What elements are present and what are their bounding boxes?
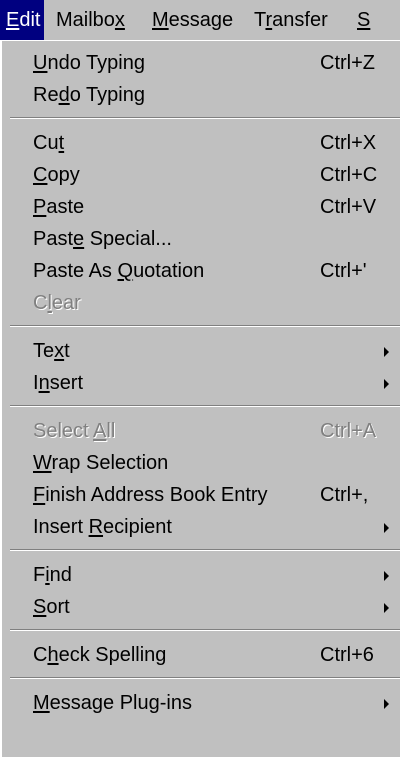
menu-item-label: Check Spelling [33, 644, 167, 666]
menu-item-label: Redo Typing [33, 84, 145, 106]
menu-item-text[interactable]: Text [2, 335, 398, 367]
menubar-edit[interactable]: Edit [0, 0, 44, 40]
menu-item-label: Clear [33, 292, 81, 314]
accelerator-key: t [58, 132, 65, 154]
menu-item-label: Cut [33, 132, 65, 154]
accelerator-key: h [47, 644, 59, 666]
shortcut-label: Ctrl+V [320, 196, 377, 218]
menu-item-finish-address-book-entry[interactable]: Finish Address Book Entry Ctrl+, [2, 479, 398, 511]
accelerator-key: U [33, 52, 48, 74]
menu-item-redo-typing[interactable]: Redo Typing [2, 79, 398, 111]
submenu-arrow-icon [384, 603, 389, 613]
submenu-arrow-icon [384, 571, 389, 581]
menubar-transfer[interactable]: Transfer [254, 0, 328, 40]
submenu-arrow-icon [384, 347, 389, 357]
accelerator-key: M [33, 692, 50, 714]
menu-item-wrap-selection[interactable]: Wrap Selection [2, 447, 398, 479]
menu-item-label: Insert Recipient [33, 516, 172, 538]
accelerator-key: e [73, 228, 85, 250]
accelerator-key: C [33, 164, 48, 186]
menu-separator [10, 629, 400, 631]
accelerator-key: n [38, 372, 50, 394]
menu-item-label: Paste [33, 196, 85, 218]
accelerator-key: i [45, 564, 50, 586]
shortcut-label: Ctrl+, [320, 484, 369, 506]
shortcut-label: Ctrl+A [320, 420, 377, 442]
accelerator-key: E [6, 9, 20, 31]
menu-item-paste-special[interactable]: Paste Special... [2, 223, 398, 255]
accelerator-key: S [357, 9, 371, 31]
menu-item-clear: Clear [2, 287, 398, 319]
accelerator-key: x [114, 9, 125, 31]
menu-item-copy[interactable]: Copy Ctrl+C [2, 159, 398, 191]
menu-separator [10, 325, 400, 327]
menu-separator [10, 549, 400, 551]
accelerator-key: l [47, 292, 52, 314]
menu-item-label: Find [33, 564, 72, 586]
menu-item-label: Paste As Quotation [33, 260, 205, 282]
menu-separator [10, 405, 400, 407]
menubar-message[interactable]: Message [152, 0, 233, 40]
menu-item-label: Paste Special... [33, 228, 172, 250]
menu-item-label: Finish Address Book Entry [33, 484, 268, 506]
accelerator-key: d [58, 84, 70, 106]
accelerator-key: W [33, 452, 52, 474]
submenu-arrow-icon [384, 523, 389, 533]
menu-item-paste[interactable]: Paste Ctrl+V [2, 191, 398, 223]
shortcut-label: Ctrl+' [320, 260, 367, 282]
menu-item-label: Copy [33, 164, 80, 186]
shortcut-label: Ctrl+X [320, 132, 377, 154]
accelerator-key: S [33, 596, 47, 618]
shortcut-label: Ctrl+C [320, 164, 378, 186]
menu-item-find[interactable]: Find [2, 559, 398, 591]
accelerator-key: A [93, 420, 107, 442]
menu-item-label: Undo Typing [33, 52, 145, 74]
menu-separator [10, 677, 400, 679]
accelerator-key: P [33, 196, 47, 218]
accelerator-key: Q [117, 260, 134, 282]
menu-item-insert[interactable]: Insert [2, 367, 398, 399]
accelerator-key: F [33, 484, 46, 506]
edit-dropdown-menu: Undo Typing Ctrl+Z Redo Typing Cut Ctrl+X Cop… [0, 40, 400, 757]
menu-item-label: Insert [33, 372, 84, 394]
menu-item-sort[interactable]: Sort [2, 591, 398, 623]
menu-item-cut[interactable]: Cut Ctrl+X [2, 127, 398, 159]
menu-item-select-all: Select All Ctrl+A [2, 415, 398, 447]
submenu-arrow-icon [384, 379, 389, 389]
shortcut-label: Ctrl+6 [320, 644, 374, 666]
menu-item-label: Message Plug-ins [33, 692, 192, 714]
accelerator-key: M [152, 9, 169, 31]
menu-item-message-plug-ins[interactable]: Message Plug-ins [2, 687, 398, 719]
shortcut-label: Ctrl+Z [320, 52, 375, 74]
accelerator-key: x [54, 340, 65, 362]
menu-item-label: Sort [33, 596, 70, 618]
menu-item-check-spelling[interactable]: Check Spelling Ctrl+6 [2, 639, 398, 671]
accelerator-key: r [265, 9, 273, 31]
menu-item-insert-recipient[interactable]: Insert Recipient [2, 511, 398, 543]
submenu-arrow-icon [384, 699, 389, 709]
menubar-s[interactable]: S [357, 0, 370, 40]
menu-bar: Edit Mailbox Message Transfer S [0, 0, 400, 40]
menu-item-undo-typing[interactable]: Undo Typing Ctrl+Z [2, 47, 398, 79]
menu-item-paste-as-quotation[interactable]: Paste As Quotation Ctrl+' [2, 255, 398, 287]
menu-separator [10, 117, 400, 119]
menubar-mailbox[interactable]: Mailbox [56, 0, 125, 40]
accelerator-key: R [88, 516, 104, 538]
menu-item-label: Text [33, 340, 70, 362]
menu-item-label: Wrap Selection [33, 452, 169, 474]
menu-item-label: Select All [33, 420, 116, 442]
